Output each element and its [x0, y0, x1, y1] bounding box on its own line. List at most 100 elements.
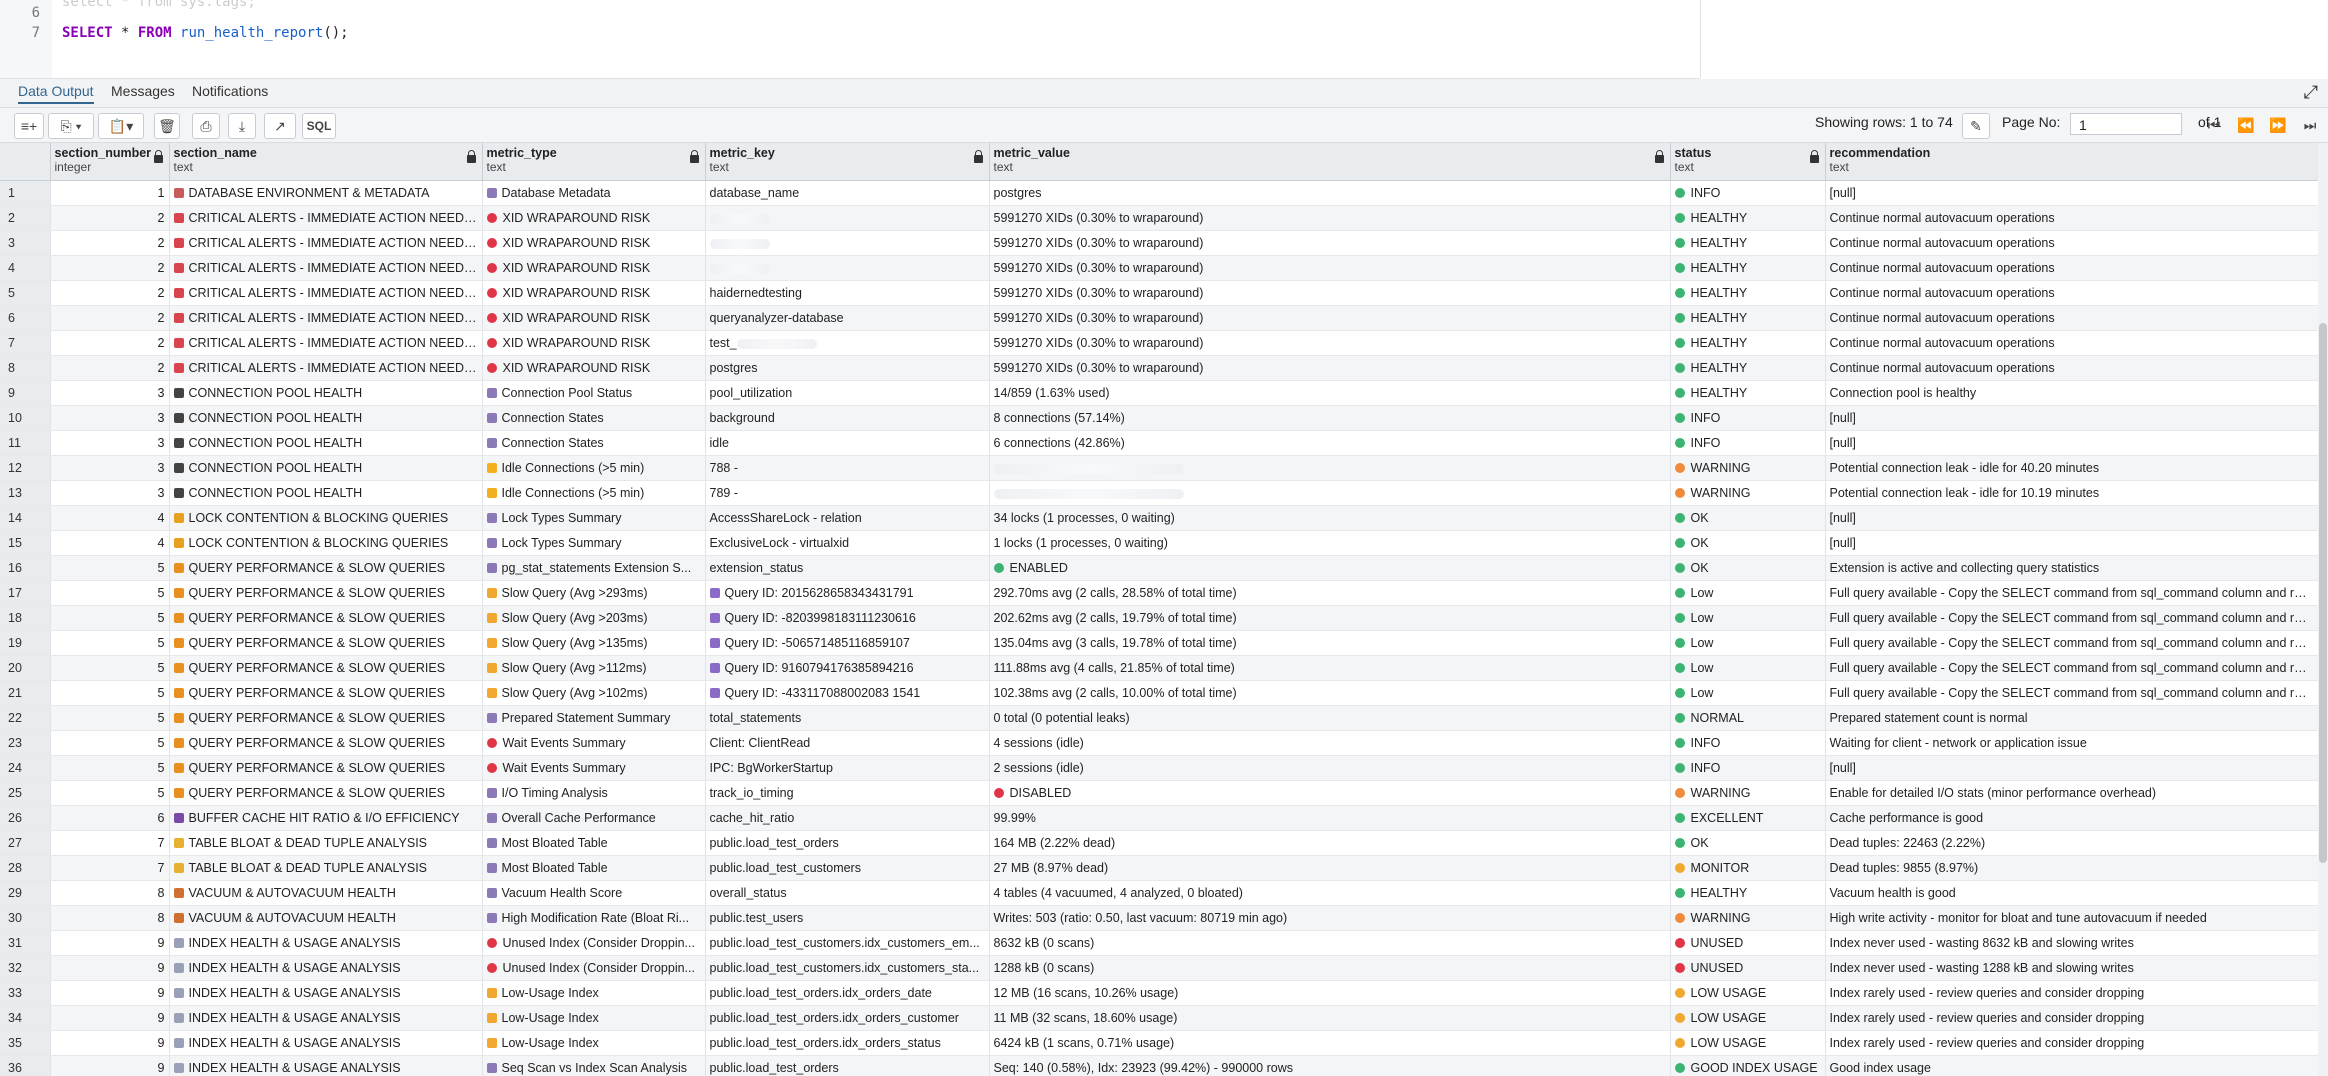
row-number[interactable]: 11 [0, 430, 51, 456]
cell-metric-key[interactable]: 788 - [705, 455, 990, 481]
cell-section-name[interactable]: TABLE BLOAT & DEAD TUPLE ANALYSIS [169, 855, 483, 881]
query-editor[interactable]: 6 select * from sys.tags; 7 SELECT * FRO… [0, 0, 1700, 79]
cell-metric-key[interactable] [705, 255, 990, 281]
row-number[interactable]: 16 [0, 555, 51, 581]
tab-messages[interactable]: Messages [111, 83, 175, 99]
cell-metric-type[interactable]: Connection Pool Status [482, 380, 706, 406]
row-number[interactable]: 1 [0, 180, 51, 206]
table-row[interactable]: 24 5 QUERY PERFORMANCE & SLOW QUERIES Wait … [0, 755, 2319, 781]
cell-status[interactable]: LOW USAGE [1670, 980, 1826, 1006]
cell-section-name[interactable]: QUERY PERFORMANCE & SLOW QUERIES [169, 730, 483, 756]
cell-metric-key[interactable]: 789 - [705, 480, 990, 506]
cell-section-name[interactable]: INDEX HEALTH & USAGE ANALYSIS [169, 930, 483, 956]
cell-metric-key[interactable]: track_io_timing [705, 780, 990, 806]
cell-section-name[interactable]: INDEX HEALTH & USAGE ANALYSIS [169, 1030, 483, 1056]
cell-section-number[interactable]: 2 [50, 230, 170, 256]
column-header[interactable]: section_number integer [50, 143, 170, 181]
cell-status[interactable]: HEALTHY [1670, 380, 1826, 406]
cell-section-name[interactable]: QUERY PERFORMANCE & SLOW QUERIES [169, 755, 483, 781]
cell-section-name[interactable]: VACUUM & AUTOVACUUM HEALTH [169, 880, 483, 906]
cell-section-number[interactable]: 3 [50, 455, 170, 481]
cell-metric-value[interactable]: 27 MB (8.97% dead) [989, 855, 1671, 881]
table-row[interactable]: 3 2 CRITICAL ALERTS - IMMEDIATE ACTION NEE… [0, 230, 2319, 256]
graph-visualiser-icon[interactable]: ↗ [264, 113, 296, 139]
cell-metric-key[interactable]: IPC: BgWorkerStartup [705, 755, 990, 781]
cell-metric-value[interactable]: 6 connections (42.86%) [989, 430, 1671, 456]
column-header[interactable]: status text [1670, 143, 1826, 181]
cell-metric-value[interactable]: postgres [989, 180, 1671, 206]
cell-metric-key[interactable]: queryanalyzer-database [705, 305, 990, 331]
cell-recommendation[interactable]: [null] [1825, 530, 2319, 556]
cell-metric-type[interactable]: XID WRAPAROUND RISK [482, 280, 706, 306]
cell-status[interactable]: INFO [1670, 430, 1826, 456]
cell-status[interactable]: MONITOR [1670, 855, 1826, 881]
cell-metric-key[interactable]: AccessShareLock - relation [705, 505, 990, 531]
cell-section-name[interactable]: TABLE BLOAT & DEAD TUPLE ANALYSIS [169, 830, 483, 856]
cell-metric-type[interactable]: Low-Usage Index [482, 1030, 706, 1056]
cell-metric-value[interactable]: 5991270 XIDs (0.30% to wraparound) [989, 205, 1671, 231]
cell-metric-key[interactable]: Query ID: 9160794176385894216 [705, 655, 990, 681]
cell-metric-key[interactable]: ExclusiveLock - virtualxid [705, 530, 990, 556]
row-number[interactable]: 18 [0, 605, 51, 631]
column-header[interactable]: section_name text [169, 143, 483, 181]
cell-status[interactable]: WARNING [1670, 780, 1826, 806]
cell-section-name[interactable]: CONNECTION POOL HEALTH [169, 430, 483, 456]
cell-section-number[interactable]: 2 [50, 305, 170, 331]
cell-section-number[interactable]: 8 [50, 880, 170, 906]
cell-metric-key[interactable]: public.load_test_orders [705, 1055, 990, 1076]
table-row[interactable]: 21 5 QUERY PERFORMANCE & SLOW QUERIES Slow … [0, 680, 2319, 706]
table-row[interactable]: 25 5 QUERY PERFORMANCE & SLOW QUERIES I/O T… [0, 780, 2319, 806]
cell-section-number[interactable]: 5 [50, 580, 170, 606]
column-header[interactable]: metric_value text [989, 143, 1671, 181]
cell-section-number[interactable]: 4 [50, 530, 170, 556]
cell-metric-value[interactable]: ENABLED [989, 555, 1671, 581]
cell-metric-type[interactable]: XID WRAPAROUND RISK [482, 255, 706, 281]
cell-status[interactable]: HEALTHY [1670, 305, 1826, 331]
cell-status[interactable]: HEALTHY [1670, 880, 1826, 906]
cell-metric-type[interactable]: Most Bloated Table [482, 855, 706, 881]
row-number[interactable]: 35 [0, 1030, 51, 1056]
cell-section-number[interactable]: 2 [50, 280, 170, 306]
edit-range-icon[interactable]: ✎ [1962, 113, 1990, 139]
table-row[interactable]: 31 9 INDEX HEALTH & USAGE ANALYSIS Unused I… [0, 930, 2319, 956]
cell-section-name[interactable]: CRITICAL ALERTS - IMMEDIATE ACTION NEEDE… [169, 305, 483, 331]
cell-metric-type[interactable]: Slow Query (Avg >135ms) [482, 630, 706, 656]
cell-section-name[interactable]: CRITICAL ALERTS - IMMEDIATE ACTION NEEDE… [169, 205, 483, 231]
cell-metric-value[interactable]: 1 locks (1 processes, 0 waiting) [989, 530, 1671, 556]
cell-recommendation[interactable]: [null] [1825, 180, 2319, 206]
cell-metric-key[interactable]: Query ID: -506571485116859107 [705, 630, 990, 656]
sql-button[interactable]: SQL [302, 113, 336, 139]
row-number[interactable]: 3 [0, 230, 51, 256]
cell-section-number[interactable]: 3 [50, 405, 170, 431]
cell-metric-key[interactable]: Client: ClientRead [705, 730, 990, 756]
cell-status[interactable]: INFO [1670, 405, 1826, 431]
cell-metric-type[interactable]: Low-Usage Index [482, 980, 706, 1006]
cell-metric-key[interactable]: total_statements [705, 705, 990, 731]
cell-status[interactable]: OK [1670, 505, 1826, 531]
cell-status[interactable]: WARNING [1670, 480, 1826, 506]
cell-section-name[interactable]: QUERY PERFORMANCE & SLOW QUERIES [169, 605, 483, 631]
cell-section-number[interactable]: 7 [50, 855, 170, 881]
cell-section-name[interactable]: CONNECTION POOL HEALTH [169, 405, 483, 431]
cell-recommendation[interactable]: Index never used - wasting 8632 kB and s… [1825, 930, 2319, 956]
table-row[interactable]: 34 9 INDEX HEALTH & USAGE ANALYSIS Low-Usag… [0, 1005, 2319, 1031]
cell-metric-value[interactable]: 5991270 XIDs (0.30% to wraparound) [989, 255, 1671, 281]
cell-section-name[interactable]: QUERY PERFORMANCE & SLOW QUERIES [169, 555, 483, 581]
row-number[interactable]: 12 [0, 455, 51, 481]
cell-status[interactable]: HEALTHY [1670, 255, 1826, 281]
cell-recommendation[interactable]: Full query available - Copy the SELECT c… [1825, 655, 2319, 681]
cell-metric-key[interactable]: idle [705, 430, 990, 456]
cell-recommendation[interactable]: Continue normal autovacuum operations [1825, 255, 2319, 281]
row-number[interactable]: 31 [0, 930, 51, 956]
table-row[interactable]: 22 5 QUERY PERFORMANCE & SLOW QUERIES Prepa… [0, 705, 2319, 731]
cell-metric-type[interactable]: Wait Events Summary [482, 755, 706, 781]
cell-metric-type[interactable]: Slow Query (Avg >203ms) [482, 605, 706, 631]
table-row[interactable]: 2 2 CRITICAL ALERTS - IMMEDIATE ACTION NEE… [0, 205, 2319, 231]
cell-status[interactable]: INFO [1670, 730, 1826, 756]
cell-status[interactable]: Low [1670, 680, 1826, 706]
cell-metric-type[interactable]: Vacuum Health Score [482, 880, 706, 906]
cell-status[interactable]: NORMAL [1670, 705, 1826, 731]
table-row[interactable]: 18 5 QUERY PERFORMANCE & SLOW QUERIES Slow … [0, 605, 2319, 631]
cell-status[interactable]: WARNING [1670, 455, 1826, 481]
cell-recommendation[interactable]: Continue normal autovacuum operations [1825, 305, 2319, 331]
